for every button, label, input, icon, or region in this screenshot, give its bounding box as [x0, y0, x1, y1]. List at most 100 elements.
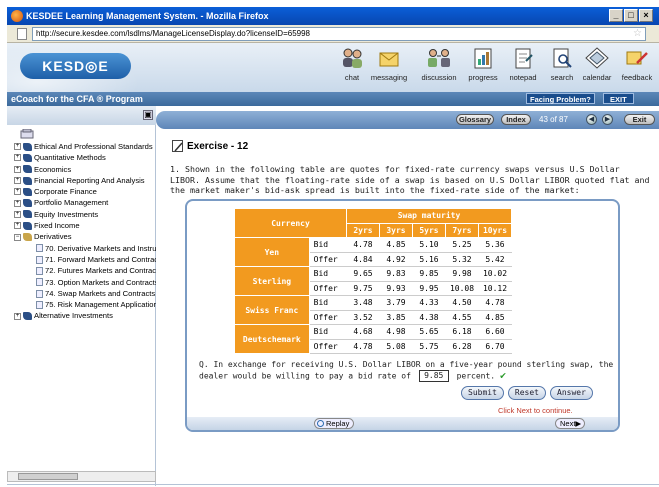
document-icon — [36, 289, 43, 298]
sidebar-item-alternative[interactable]: + Alternative Investments — [14, 310, 156, 321]
sub-question-suffix: percent. — [456, 371, 496, 381]
table-cell: 10.02 — [478, 266, 512, 282]
expand-icon[interactable]: + — [14, 143, 21, 151]
answer-button[interactable]: Answer — [550, 386, 593, 400]
collapse-icon[interactable]: − — [14, 233, 21, 241]
book-icon — [23, 199, 32, 208]
sidebar-subitem-74[interactable]: 74. Swap Markets and Contracts — [14, 288, 156, 299]
sidebar-subitem-label: 71. Forward Markets and Contracts — [45, 254, 156, 264]
expand-icon[interactable]: + — [14, 199, 21, 207]
expand-icon[interactable]: + — [14, 177, 21, 185]
sidebar-item-label: Corporate Finance — [34, 187, 97, 197]
expand-icon[interactable]: + — [14, 222, 21, 230]
table-cell: 5.36 — [478, 237, 512, 253]
open-book-icon — [23, 233, 32, 242]
table-cell: 3.79 — [379, 295, 413, 311]
feedback-icon — [625, 47, 649, 69]
notepad-icon — [511, 47, 535, 69]
sidebar-item-derivatives[interactable]: − Derivatives — [14, 231, 156, 242]
next-button[interactable]: Next▶ — [555, 418, 586, 429]
window-controls: _ □ × — [609, 9, 653, 22]
pencil-icon — [172, 140, 183, 152]
messaging-label: messaging — [370, 73, 408, 82]
prev-page-icon[interactable]: ◀ — [586, 114, 597, 125]
sidebar-horizontal-scrollbar[interactable] — [7, 471, 156, 482]
sidebar-item-label: Portfolio Management — [34, 198, 109, 208]
sidebar-subitem-label: 70. Derivative Markets and Instruments — [45, 243, 156, 253]
table-cell: 5.25 — [445, 237, 479, 253]
document-icon — [36, 255, 43, 264]
table-cell: 10.08 — [445, 281, 479, 296]
table-cell: 10.12 — [478, 281, 512, 296]
sidebar-item-label: Ethical And Professional Standards — [34, 142, 153, 151]
answer-input[interactable]: 9.85 — [418, 370, 449, 382]
minimize-button[interactable]: _ — [609, 9, 623, 22]
table-cell: 9.98 — [445, 266, 479, 282]
sidebar-item-corporate-finance[interactable]: + Corporate Finance — [14, 186, 156, 197]
table-cell: 6.28 — [445, 339, 479, 354]
card-footer: Replay Next▶ — [187, 417, 618, 430]
table-cell: 5.32 — [445, 252, 479, 267]
firefox-icon — [11, 10, 23, 22]
table-cell: 5.42 — [478, 252, 512, 267]
url-field[interactable]: http://secure.kesdee.com/lsdlms/ManageLi… — [32, 26, 646, 41]
sidebar-item-quant[interactable]: + Quantitative Methods — [14, 152, 156, 163]
exit-top-button[interactable]: EXIT — [603, 93, 634, 104]
maturity-col: 2yrs — [346, 222, 380, 238]
sidebar-subitem-label: 72. Futures Markets and Contracts — [45, 266, 156, 276]
table-row: Swiss Franc Bid 3.48 3.79 4.33 4.50 4.78 — [234, 295, 512, 325]
sidebar-item-financial-reporting[interactable]: + Financial Reporting And Analysis — [14, 175, 156, 186]
tree-root-icon — [20, 129, 34, 139]
collapse-sidebar-button[interactable]: ▣ — [143, 110, 153, 120]
expand-icon[interactable]: + — [14, 154, 21, 162]
table-cell: 4.33 — [412, 295, 446, 311]
book-icon — [23, 165, 32, 174]
index-button[interactable]: Index — [501, 114, 531, 125]
sub-question: Q. In exchange for receiving U.S. Dollar… — [199, 360, 614, 382]
exit-button[interactable]: Exit — [624, 114, 655, 125]
reset-button[interactable]: Reset — [507, 386, 546, 400]
course-tree: + Ethical And Professional Standards + Qua… — [14, 141, 156, 322]
expand-icon[interactable]: + — [14, 312, 21, 320]
close-button[interactable]: × — [639, 9, 653, 22]
facing-problem-button[interactable]: Facing Problem? — [526, 93, 595, 104]
sidebar-subitem-label: 74. Swap Markets and Contracts — [45, 288, 156, 298]
page-counter: 43 of 87 — [539, 115, 568, 124]
sidebar-subitem-73[interactable]: 73. Option Markets and Contracts — [14, 277, 156, 288]
sidebar-subitem-72[interactable]: 72. Futures Markets and Contracts — [14, 265, 156, 276]
submit-button[interactable]: Submit — [461, 386, 504, 400]
table-cell: 5.08 — [379, 339, 413, 354]
calendar-icon — [585, 47, 609, 69]
next-page-icon[interactable]: ▶ — [602, 114, 613, 125]
glossary-button[interactable]: Glossary — [456, 114, 494, 125]
sidebar-item-economics[interactable]: + Economics — [14, 164, 156, 175]
scrollbar-thumb[interactable] — [18, 473, 78, 480]
sidebar-item-portfolio[interactable]: + Portfolio Management — [14, 197, 156, 208]
book-icon — [23, 153, 32, 162]
course-title-bar: eCoach for the CFA ® Program Facing Prob… — [7, 92, 659, 106]
bookmark-star-icon[interactable]: ☆ — [633, 28, 642, 40]
sidebar-item-fixed-income[interactable]: + Fixed Income — [14, 220, 156, 231]
bid-label: Bid — [308, 237, 347, 253]
sidebar-item-equity[interactable]: + Equity Investments — [14, 209, 156, 220]
currency-cell: Swiss Franc — [234, 295, 310, 325]
sidebar-item-label: Financial Reporting And Analysis — [34, 175, 145, 185]
table-cell: 4.78 — [346, 339, 380, 354]
exercise-title-text: Exercise - 12 — [187, 140, 249, 152]
sidebar-subitem-71[interactable]: 71. Forward Markets and Contracts — [14, 254, 156, 265]
messaging-tool[interactable]: messaging — [366, 47, 412, 82]
sidebar-item-ethics[interactable]: + Ethical And Professional Standards — [14, 141, 156, 152]
feedback-tool[interactable]: feedback — [614, 47, 659, 82]
expand-icon[interactable]: + — [14, 188, 21, 196]
table-cell: 5.16 — [412, 252, 446, 267]
expand-icon[interactable]: + — [14, 210, 21, 218]
discussion-tool[interactable]: discussion — [416, 47, 462, 82]
sidebar-subitem-75[interactable]: 75. Risk Management Applications — [14, 299, 156, 310]
bid-label: Bid — [308, 266, 347, 282]
replay-label: Replay — [326, 419, 350, 428]
book-icon — [23, 210, 32, 219]
replay-button[interactable]: Replay — [314, 418, 355, 429]
sidebar-subitem-70[interactable]: 70. Derivative Markets and Instruments — [14, 243, 156, 254]
expand-icon[interactable]: + — [14, 165, 21, 173]
maximize-button[interactable]: □ — [624, 9, 638, 22]
